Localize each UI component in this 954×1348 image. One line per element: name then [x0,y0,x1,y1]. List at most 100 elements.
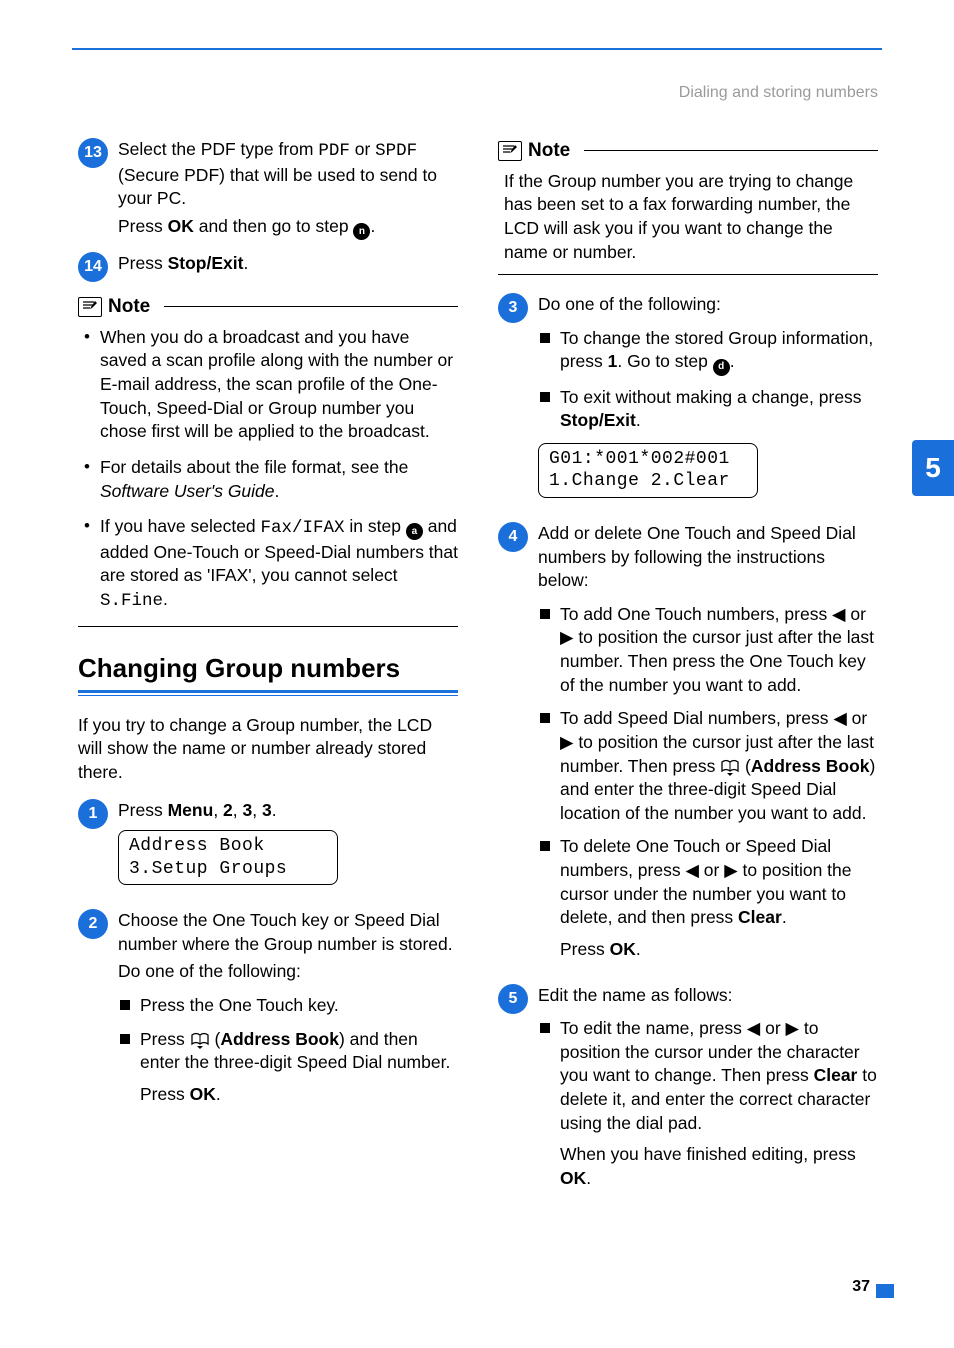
note-body: When you do a broadcast and you have sav… [78,320,458,614]
list-item: Press (Address Book) and then enter the … [118,1028,458,1107]
note-head: Note [498,138,878,164]
step-5-body: Edit the name as follows: To edit the na… [538,984,878,1201]
step-number-badge: 2 [78,909,108,939]
text: . [216,1084,221,1104]
text: . [163,589,168,609]
text: ( [210,1029,221,1049]
step-3-options: To change the stored Group information, … [538,327,878,433]
step-2-options: Press the One Touch key. Press (Address … [118,994,458,1107]
note-rule [584,150,878,151]
text: Press [140,1029,190,1049]
text: in step [345,516,406,536]
text: ( [740,756,751,776]
list-item: To exit without making a change, press S… [538,386,878,433]
step-ref-icon: n [353,223,370,240]
text: For details about the file format, see t… [100,457,408,477]
address-book-label: Address Book [220,1029,339,1049]
step-5-options: To edit the name, press ◀ or ▶ to positi… [538,1017,878,1190]
stop-exit-label: Stop/Exit [168,253,244,273]
text: Do one of the following: [538,294,721,314]
text: , [213,800,223,820]
heading-rule-thick [78,690,458,693]
text: If you have selected [100,516,261,536]
text: Select the PDF type from [118,139,318,159]
text: Press [118,216,168,236]
code-fax-ifax: Fax/IFAX [261,518,345,538]
stop-exit-label: Stop/Exit [560,410,636,430]
step-13-press-ok: Press OK and then go to step n. [118,215,458,240]
press-ok: Press OK. [140,1083,458,1107]
step-number-badge: 5 [498,984,528,1014]
step-number-badge: 14 [78,252,108,282]
text: To add One Touch numbers, press ◀ or ▶ t… [560,604,874,695]
doc-title-italic: Software User's Guide [100,481,275,501]
note-rule [164,306,458,307]
note-item: When you do a broadcast and you have sav… [84,326,458,444]
ok-label: OK [168,216,194,236]
key-3: 3 [243,800,253,820]
key-1: 1 [608,351,618,371]
step-number-badge: 13 [78,138,108,168]
header-breadcrumb: Dialing and storing numbers [679,82,878,104]
step-4: 4 Add or delete One Touch and Speed Dial… [498,522,878,972]
step-ref-icon: a [406,523,423,540]
list-item: Press the One Touch key. [118,994,458,1018]
finish-editing: When you have finished editing, press OK… [560,1143,878,1190]
page-number: 37 [852,1276,870,1298]
text: . [275,481,280,501]
clear-label: Clear [814,1065,858,1085]
note-item: For details about the file format, see t… [84,456,458,503]
note-item: If you have selected Fax/IFAX in step a … [84,515,458,614]
note-title: Note [108,294,150,320]
text: and then go to step [194,216,354,236]
text: Add or delete One Touch and Speed Dial n… [538,523,856,590]
chapter-tab: 5 [912,440,954,496]
step-4-body: Add or delete One Touch and Speed Dial n… [538,522,878,972]
text: . [272,800,277,820]
note-head: Note [78,294,458,320]
step-2-body: Choose the One Touch key or Speed Dial n… [118,909,458,1116]
address-book-icon [190,1029,210,1049]
text: Press [118,800,168,820]
text: . [636,410,641,430]
text: Press [560,939,610,959]
list-item: To add One Touch numbers, press ◀ or ▶ t… [538,603,878,698]
step-13-body: Select the PDF type from PDF or SPDF (Se… [118,138,458,240]
lcd-display: G01:*001*002#001 1.Change 2.Clear [538,443,758,498]
text: Edit the name as follows: [538,985,733,1005]
step-3: 3 Do one of the following: To change the… [498,293,878,510]
note-icon [498,141,522,161]
step-14-body: Press Stop/Exit. [118,252,458,282]
top-rule [72,48,882,50]
menu-label: Menu [168,800,214,820]
code-spdf: SPDF [375,141,417,161]
lcd-display: Address Book 3.Setup Groups [118,830,338,885]
list-item: To change the stored Group information, … [538,327,878,376]
note-title: Note [528,138,570,164]
text: or [350,139,375,159]
text: . [243,253,248,273]
clear-label: Clear [738,907,782,927]
list-item: To edit the name, press ◀ or ▶ to positi… [538,1017,878,1190]
step-4-options: To add One Touch numbers, press ◀ or ▶ t… [538,603,878,962]
text: . Go to step [617,351,712,371]
text: , [252,800,262,820]
step-number-badge: 1 [78,799,108,829]
list-item: To add Speed Dial numbers, press ◀ or ▶ … [538,707,878,825]
text: When you have finished editing, press [560,1144,856,1164]
ok-label: OK [560,1168,586,1188]
note-body: If the Group number you are trying to ch… [498,164,878,265]
note-block-2: Note If the Group number you are trying … [498,138,878,275]
note-block-1: Note When you do a broadcast and you hav… [78,294,458,627]
note-list: When you do a broadcast and you have sav… [84,326,458,614]
section-intro: If you try to change a Group number, the… [78,714,458,785]
step-number-badge: 4 [498,522,528,552]
code-sfine: S.Fine [100,591,163,611]
step-5: 5 Edit the name as follows: To edit the … [498,984,878,1201]
key-3b: 3 [262,800,272,820]
text: . [730,351,735,371]
text: , [233,800,243,820]
text: Choose the One Touch key or Speed Dial n… [118,910,453,954]
step-number-badge: 3 [498,293,528,323]
heading-rule-thin [78,695,458,696]
